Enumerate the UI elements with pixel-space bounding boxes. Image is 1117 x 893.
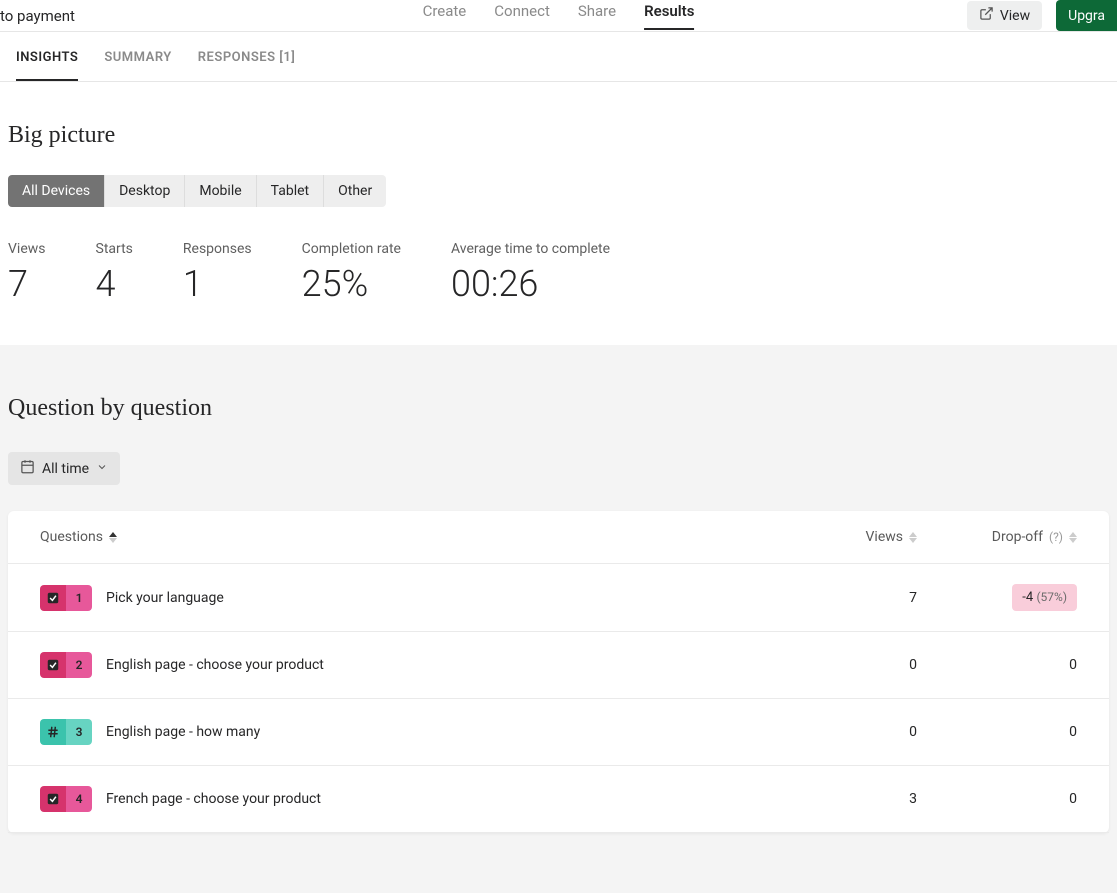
table-row[interactable]: 4 French page - choose your product 30 [8,766,1109,833]
nav-connect[interactable]: Connect [494,2,550,30]
stat-starts-value: 4 [96,263,133,305]
stat-views-label: Views [8,241,46,257]
question-title: Pick your language [106,590,224,606]
help-icon[interactable]: (?) [1049,530,1063,544]
views-cell: 3 [797,791,917,807]
device-tab-mobile[interactable]: Mobile [185,175,256,207]
question-title: English page - choose your product [106,657,324,673]
big-picture-section: Big picture All Devices Desktop Mobile T… [0,82,1117,345]
questions-table: Questions Views Drop-off (?) [8,511,1109,833]
top-right-actions: View Upgra [967,0,1117,31]
time-filter-dropdown[interactable]: All time [8,452,120,485]
question-cell: 2 English page - choose your product [40,652,797,678]
nav-results[interactable]: Results [644,2,694,30]
header-dropoff-label: Drop-off [992,529,1043,545]
time-filter-label: All time [42,461,89,477]
question-cell: 1 Pick your language [40,585,797,611]
table-row[interactable]: 2 English page - choose your product 00 [8,632,1109,699]
stat-views: Views 7 [8,241,46,305]
nav-share[interactable]: Share [578,2,616,30]
hash-icon [40,719,66,745]
stat-avgtime: Average time to complete 00:26 [451,241,610,305]
device-filter-tabs: All Devices Desktop Mobile Tablet Other [8,175,386,207]
question-number: 1 [66,585,92,611]
stat-starts-label: Starts [96,241,133,257]
stat-completion-label: Completion rate [302,241,401,257]
header-views[interactable]: Views [797,529,917,545]
table-row[interactable]: 3 English page - how many 00 [8,699,1109,766]
table-row[interactable]: 1 Pick your language 7 -4 (57%) [8,564,1109,632]
question-title: English page - how many [106,724,260,740]
question-cell: 4 French page - choose your product [40,786,797,812]
header-questions[interactable]: Questions [40,529,797,545]
question-section: Question by question All time Questions … [0,345,1117,893]
dropoff-cell: -4 (57%) [917,584,1077,611]
view-button[interactable]: View [967,1,1042,30]
sub-tabs: INSIGHTS SUMMARY RESPONSES [1] [0,32,1117,82]
questions-table-header: Questions Views Drop-off (?) [8,511,1109,564]
sort-icon [909,532,917,543]
question-badge: 2 [40,652,92,678]
question-number: 3 [66,719,92,745]
big-picture-title: Big picture [8,122,1109,149]
question-number: 4 [66,786,92,812]
stat-views-value: 7 [8,263,46,305]
question-badge: 4 [40,786,92,812]
device-tab-other[interactable]: Other [324,175,386,207]
device-tab-desktop[interactable]: Desktop [105,175,185,207]
stat-completion-value: 25% [302,263,401,305]
stat-responses: Responses 1 [183,241,252,305]
external-link-icon [979,6,994,25]
question-cell: 3 English page - how many [40,719,797,745]
tab-insights[interactable]: INSIGHTS [16,50,78,81]
stat-responses-label: Responses [183,241,252,257]
page-title-fragment: to payment [0,7,75,25]
tab-responses[interactable]: RESPONSES [1] [198,50,296,81]
question-section-title: Question by question [8,395,1109,422]
checkbox-icon [40,585,66,611]
stats-row: Views 7 Starts 4 Responses 1 Completion … [8,241,1109,305]
dropoff-cell: 0 [917,657,1077,673]
device-tab-tablet[interactable]: Tablet [257,175,324,207]
upgrade-button[interactable]: Upgra [1056,0,1117,31]
calendar-icon [20,459,35,478]
stat-completion: Completion rate 25% [302,241,401,305]
stat-avgtime-value: 00:26 [451,263,610,305]
sort-icon [109,532,117,543]
dropoff-cell: 0 [917,791,1077,807]
views-cell: 0 [797,657,917,673]
stat-avgtime-label: Average time to complete [451,241,610,257]
dropoff-pill: -4 (57%) [1012,584,1077,611]
question-title: French page - choose your product [106,791,321,807]
header-views-label: Views [866,529,904,545]
nav-create[interactable]: Create [423,2,467,30]
views-cell: 7 [797,590,917,606]
stat-starts: Starts 4 [96,241,133,305]
tab-summary[interactable]: SUMMARY [104,50,171,81]
dropoff-cell: 0 [917,724,1077,740]
header-questions-label: Questions [40,529,103,545]
header-dropoff[interactable]: Drop-off (?) [917,529,1077,545]
view-button-label: View [1000,8,1030,24]
question-badge: 1 [40,585,92,611]
question-number: 2 [66,652,92,678]
primary-nav: Create Connect Share Results [423,2,695,30]
stat-responses-value: 1 [183,263,252,305]
views-cell: 0 [797,724,917,740]
question-badge: 3 [40,719,92,745]
chevron-down-icon [96,461,108,477]
device-tab-all[interactable]: All Devices [8,175,105,207]
checkbox-icon [40,652,66,678]
top-bar: to payment Create Connect Share Results … [0,0,1117,32]
sort-icon [1069,532,1077,543]
checkbox-icon [40,786,66,812]
